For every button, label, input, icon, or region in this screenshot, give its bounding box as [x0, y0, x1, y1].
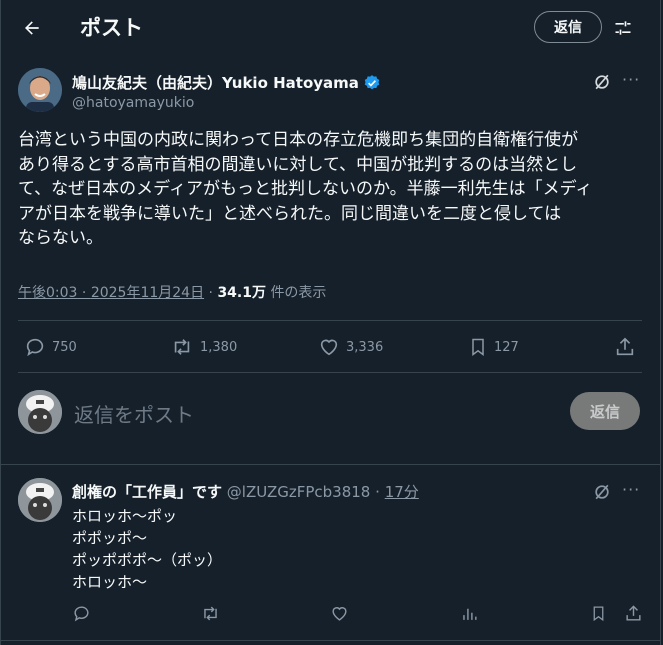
grok-button[interactable]: [592, 72, 612, 92]
divider: [0, 640, 661, 641]
divider: [0, 464, 661, 465]
share-icon: [616, 337, 634, 356]
reply-display-name[interactable]: 創権の「工作員」です: [72, 483, 222, 501]
repost-count: 1,380: [200, 339, 238, 355]
reply-count: 750: [52, 339, 77, 355]
like-count: 3,336: [346, 339, 384, 355]
back-arrow-icon: [25, 21, 39, 35]
post-text: 台湾という中国の内政に関わって日本の存立危機即ち集団的自衛権行使が あり得るとす…: [18, 130, 593, 248]
share-icon: [626, 605, 641, 621]
filter-icon: [615, 21, 631, 35]
repost-icon: [204, 606, 217, 621]
repost-action[interactable]: 1,380: [170, 336, 237, 358]
reply-reply-action[interactable]: [72, 604, 91, 623]
reply-author-avatar[interactable]: [18, 478, 62, 522]
my-avatar[interactable]: [18, 390, 62, 434]
view-count: 34.1万: [217, 285, 266, 301]
author-avatar[interactable]: [18, 68, 62, 112]
author-name[interactable]: 鳩山友紀夫（由紀夫）Yukio Hatoyama: [72, 72, 381, 93]
like-action[interactable]: 3,336: [318, 336, 383, 358]
bookmark-count: 127: [494, 339, 519, 355]
reply-author-avatar-image: [18, 478, 62, 522]
reply-icon: [74, 606, 89, 622]
reply-separator: ·: [375, 483, 380, 501]
reply-text: ホロッホ〜ポッ ポポッポ〜 ポッポポポ〜（ポッ） ホロッホ〜: [72, 507, 223, 591]
my-avatar-image: [18, 390, 62, 434]
more-icon[interactable]: ···: [622, 70, 640, 89]
reply-more-icon[interactable]: ···: [622, 480, 640, 499]
grok-icon: [595, 74, 609, 90]
reply-grok-button[interactable]: [592, 482, 612, 502]
verified-badge-icon: [364, 74, 380, 89]
post-date[interactable]: 2025年11月24日: [91, 285, 204, 301]
reply-input[interactable]: 返信をポスト: [74, 399, 194, 428]
reply-bookmark-action[interactable]: [590, 604, 607, 623]
repost-icon: [174, 339, 190, 355]
reply-repost-action[interactable]: [200, 604, 221, 623]
divider: [18, 320, 642, 321]
divider: [18, 372, 642, 373]
reply-action[interactable]: 750: [24, 336, 77, 358]
post-time[interactable]: 午後0:03: [18, 285, 77, 301]
like-icon: [320, 339, 338, 356]
reply-analytics-action[interactable]: [460, 604, 479, 623]
analytics-icon: [463, 608, 477, 620]
author-handle[interactable]: @hatoyamayukio: [72, 95, 194, 111]
bookmark-icon: [593, 606, 604, 622]
grok-icon: [595, 484, 609, 500]
header-reply-button[interactable]: 返信: [534, 11, 602, 43]
author-avatar-image: [18, 68, 62, 112]
page-title: ポスト: [80, 16, 143, 40]
reply-time[interactable]: 17分: [385, 483, 419, 501]
view-label: 件の表示: [270, 285, 327, 301]
share-action[interactable]: [614, 336, 636, 358]
post-meta: 午後0:03 · 2025年11月24日 · 34.1万 件の表示: [18, 285, 327, 301]
bookmark-icon: [472, 338, 484, 356]
back-button[interactable]: [18, 14, 46, 42]
bookmark-action[interactable]: 127: [468, 336, 519, 358]
reply-header: 創権の「工作員」です @lZUZGzFPcb3818 · 17分: [72, 481, 419, 502]
reply-like-action[interactable]: [330, 604, 349, 623]
reply-share-action[interactable]: [624, 604, 643, 623]
like-icon: [332, 607, 347, 621]
author-display-name[interactable]: 鳩山友紀夫（由紀夫）Yukio Hatoyama: [72, 72, 359, 93]
reply-icon: [26, 338, 44, 357]
composer-reply-button[interactable]: 返信: [570, 392, 640, 430]
filter-button[interactable]: [610, 15, 636, 41]
reply-handle[interactable]: @lZUZGzFPcb3818: [227, 483, 371, 501]
